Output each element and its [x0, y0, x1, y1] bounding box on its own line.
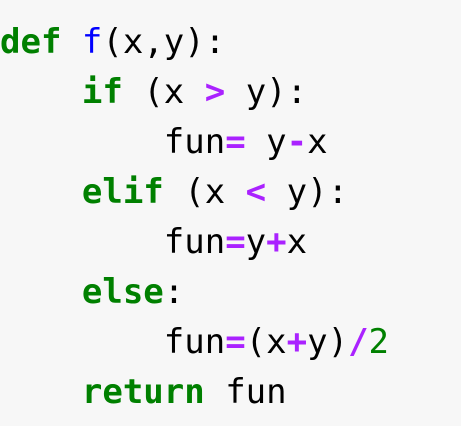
code-line-5: fun=y+x — [0, 218, 307, 266]
function-name-token: f — [81, 22, 103, 62]
code-line-4: elif (x < y): — [0, 168, 348, 216]
text-token: fun — [163, 122, 226, 162]
text-token: y — [245, 222, 267, 262]
keyword-token: return — [81, 372, 205, 412]
keyword-token: if — [81, 72, 123, 112]
keyword-token: else — [81, 272, 164, 312]
code-line-2: if (x > y): — [0, 68, 307, 116]
operator-token: + — [266, 222, 287, 262]
number-token: 2 — [368, 322, 390, 362]
operator-token: + — [286, 322, 308, 362]
text-token: y): — [266, 172, 349, 212]
code-line-8: return fun — [0, 368, 287, 416]
operator-token: = — [225, 222, 246, 262]
code-line-3: fun= y-x — [0, 118, 328, 166]
code-line-7: fun=(x+y)/2 — [0, 318, 389, 366]
operator-token: > — [204, 72, 226, 112]
operator-token: - — [286, 122, 308, 162]
operator-token: = — [225, 122, 246, 162]
text-token: : — [163, 272, 185, 312]
text-token: x — [286, 222, 308, 262]
code-line-1: def f(x,y): — [0, 18, 225, 66]
code-block: def f(x,y): if (x > y): fun= y-x elif (x… — [0, 0, 461, 426]
text-token: (x — [245, 322, 287, 362]
text-token: (x — [163, 172, 246, 212]
keyword-token: elif — [81, 172, 164, 212]
text-token: (x,y): — [102, 22, 226, 62]
text-token: fun — [163, 322, 226, 362]
keyword-token: def — [0, 22, 62, 62]
operator-token: = — [225, 322, 246, 362]
text-token: fun — [163, 222, 226, 262]
operator-token: < — [245, 172, 267, 212]
operator-token: / — [348, 322, 369, 362]
code-line-6: else: — [0, 268, 184, 316]
text-token: fun — [204, 372, 287, 412]
text-token: y) — [307, 322, 349, 362]
text-token: y): — [225, 72, 308, 112]
text-token: x — [307, 122, 328, 162]
text-token: (x — [122, 72, 205, 112]
text-token: y — [245, 122, 287, 162]
